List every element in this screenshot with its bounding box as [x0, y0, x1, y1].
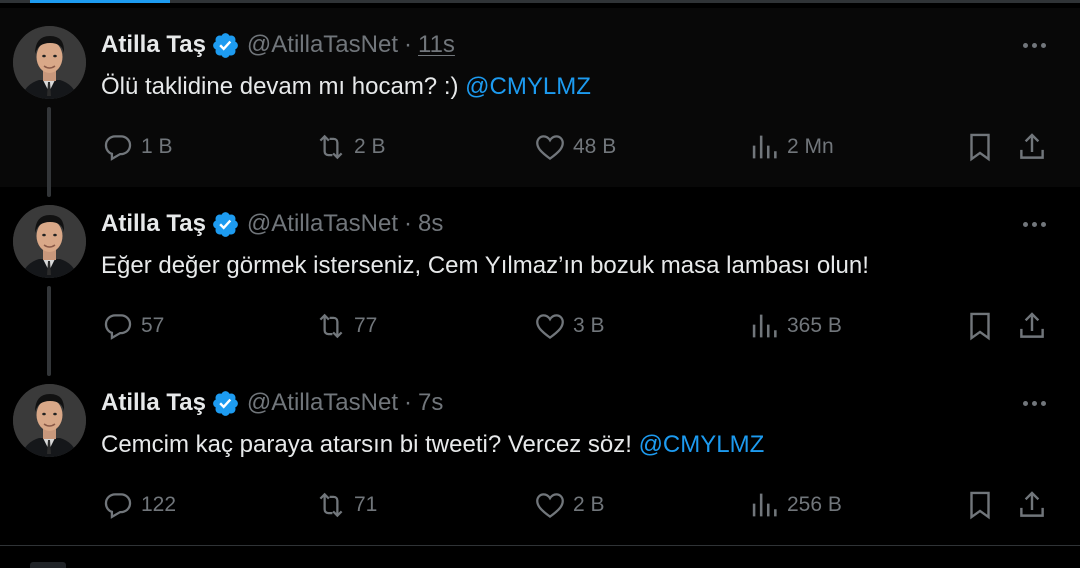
tweet[interactable]: Atilla Taş @AtillaTasNet · 7s Cemcim kaç… — [0, 366, 1080, 545]
tweet-header: Atilla Taş @AtillaTasNet · 11s — [101, 30, 455, 60]
bar-chart-icon — [752, 314, 777, 338]
retweet-arrows-icon — [319, 492, 343, 518]
tweet-actions: 57 77 3 B 365 B — [101, 308, 1061, 344]
retweet-button[interactable]: 77 — [314, 308, 377, 344]
author-handle[interactable]: @AtillaTasNet — [247, 389, 398, 417]
tweet-text: Ölü taklidine devam mı hocam? :) @CMYLMZ — [101, 72, 591, 102]
author-handle[interactable]: @AtillaTasNet — [247, 210, 398, 238]
tweet-timestamp[interactable]: 8s — [418, 210, 443, 238]
bottom-divider — [0, 545, 1080, 546]
retweet-count: 77 — [354, 314, 378, 337]
tweet-body: Eğer değer görmek isterseniz, Cem Yılmaz… — [101, 252, 869, 279]
retweet-button[interactable]: 71 — [314, 487, 377, 523]
next-tweet-avatar-peek — [30, 562, 66, 568]
tweet-actions: 122 71 2 B 256 B — [101, 487, 1061, 523]
tweet-text: Eğer değer görmek isterseniz, Cem Yılmaz… — [101, 251, 869, 281]
tweet-header: Atilla Taş @AtillaTasNet · 8s — [101, 209, 443, 239]
like-button[interactable]: 48 B — [533, 129, 616, 165]
share-button[interactable] — [1015, 487, 1049, 523]
avatar[interactable] — [13, 205, 86, 278]
tweet-body: Ölü taklidine devam mı hocam? :) — [101, 73, 466, 100]
share-upload-icon — [1020, 312, 1044, 338]
more-options-icon[interactable] — [1018, 391, 1050, 415]
more-options-icon[interactable] — [1018, 212, 1050, 236]
reply-count: 57 — [141, 314, 165, 337]
view-count: 256 B — [787, 493, 842, 516]
author-name[interactable]: Atilla Taş — [101, 389, 206, 417]
share-button[interactable] — [1015, 129, 1049, 165]
bar-chart-icon — [752, 493, 777, 517]
reply-bubble-icon — [104, 135, 132, 161]
like-count: 2 B — [573, 493, 605, 516]
verified-badge-icon — [213, 211, 238, 237]
heart-icon — [536, 135, 564, 161]
tweet[interactable]: Atilla Taş @AtillaTasNet · 11s Ölü takli… — [0, 8, 1080, 197]
reply-bubble-icon — [104, 493, 132, 519]
like-button[interactable]: 3 B — [533, 308, 605, 344]
bar-chart-icon — [752, 135, 777, 159]
author-name[interactable]: Atilla Taş — [101, 31, 206, 59]
reply-button[interactable]: 1 B — [101, 129, 173, 165]
share-upload-icon — [1020, 133, 1044, 159]
retweet-button[interactable]: 2 B — [314, 129, 386, 165]
tweet-timestamp[interactable]: 7s — [418, 389, 443, 417]
views-button[interactable]: 2 Mn — [747, 129, 834, 165]
like-count: 48 B — [573, 135, 617, 158]
bookmark-icon — [970, 491, 990, 520]
separator-dot: · — [404, 210, 412, 237]
bookmark-button[interactable] — [963, 308, 997, 344]
reply-button[interactable]: 122 — [101, 487, 176, 523]
heart-icon — [536, 314, 564, 340]
bookmark-button[interactable] — [963, 487, 997, 523]
verified-badge-icon — [213, 390, 238, 416]
tweet-header: Atilla Taş @AtillaTasNet · 7s — [101, 388, 443, 418]
reply-bubble-icon — [104, 314, 132, 340]
author-name[interactable]: Atilla Taş — [101, 210, 206, 238]
tweet-text: Cemcim kaç paraya atarsın bi tweeti? Ver… — [101, 430, 764, 460]
share-button[interactable] — [1015, 308, 1049, 344]
view-count: 365 B — [787, 314, 842, 337]
bookmark-icon — [970, 133, 990, 162]
reply-count: 122 — [141, 493, 177, 516]
thread-connector-line — [47, 107, 51, 197]
share-upload-icon — [1020, 491, 1044, 517]
retweet-arrows-icon — [319, 313, 343, 339]
retweet-count: 2 B — [354, 135, 386, 158]
avatar[interactable] — [13, 26, 86, 99]
retweet-arrows-icon — [319, 134, 343, 160]
tweet-actions: 1 B 2 B 48 B 2 Mn — [101, 129, 1061, 165]
reply-button[interactable]: 57 — [101, 308, 164, 344]
author-handle[interactable]: @AtillaTasNet — [247, 31, 398, 59]
more-options-icon[interactable] — [1018, 33, 1050, 57]
thread-connector-line — [47, 286, 51, 376]
bookmark-button[interactable] — [963, 129, 997, 165]
heart-icon — [536, 493, 564, 519]
mention-link[interactable]: @CMYLMZ — [639, 431, 765, 458]
views-button[interactable]: 256 B — [747, 487, 842, 523]
bookmark-icon — [970, 312, 990, 341]
verified-badge-icon — [213, 32, 238, 58]
retweet-count: 71 — [354, 493, 378, 516]
separator-dot: · — [404, 31, 412, 58]
like-button[interactable]: 2 B — [533, 487, 605, 523]
tweet-body: Cemcim kaç paraya atarsın bi tweeti? Ver… — [101, 431, 639, 458]
reply-count: 1 B — [141, 135, 173, 158]
tweet[interactable]: Atilla Taş @AtillaTasNet · 8s Eğer değer… — [0, 187, 1080, 376]
mention-link[interactable]: @CMYLMZ — [465, 73, 591, 100]
avatar[interactable] — [13, 384, 86, 457]
tweet-timestamp[interactable]: 11s — [418, 31, 455, 59]
like-count: 3 B — [573, 314, 605, 337]
active-tab-indicator — [30, 0, 170, 3]
view-count: 2 Mn — [787, 135, 834, 158]
separator-dot: · — [404, 389, 412, 416]
views-button[interactable]: 365 B — [747, 308, 842, 344]
